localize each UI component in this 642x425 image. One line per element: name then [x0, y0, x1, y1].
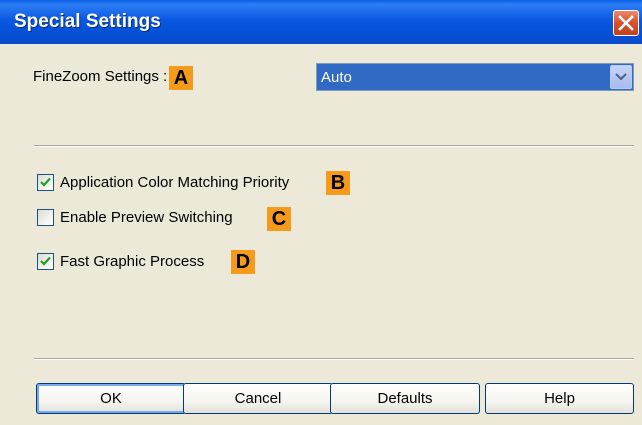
help-button[interactable]: Help [485, 383, 634, 414]
badge-a: A [169, 66, 193, 90]
title-bar[interactable]: Special Settings [0, 0, 642, 44]
checkbox-preview-switching[interactable] [37, 209, 54, 226]
badge-d: D [231, 250, 255, 274]
finezoom-label: FineZoom Settings : [33, 68, 168, 85]
option-label-color-matching[interactable]: Application Color Matching Priority [60, 174, 289, 191]
separator-top [34, 145, 634, 147]
close-icon [618, 15, 634, 31]
close-button[interactable] [613, 10, 639, 36]
option-label-fast-graphic[interactable]: Fast Graphic Process [60, 253, 204, 270]
separator-bottom [34, 358, 634, 360]
cancel-button[interactable]: Cancel [183, 383, 333, 414]
chevron-down-icon [615, 73, 627, 81]
badge-b: B [326, 171, 350, 195]
dropdown-button[interactable] [610, 65, 632, 89]
special-settings-dialog: Special Settings FineZoom Settings : A A… [0, 0, 642, 425]
checkmark-icon [40, 256, 51, 266]
checkmark-icon [40, 177, 51, 187]
dialog-body: FineZoom Settings : A Auto Application C… [0, 44, 642, 425]
dialog-title: Special Settings [14, 11, 161, 32]
finezoom-select[interactable]: Auto [316, 63, 634, 91]
finezoom-selected-value: Auto [321, 69, 352, 86]
defaults-button[interactable]: Defaults [330, 383, 480, 414]
option-label-preview-switching[interactable]: Enable Preview Switching [60, 209, 233, 226]
checkbox-color-matching[interactable] [37, 174, 54, 191]
ok-button[interactable]: OK [36, 383, 186, 414]
badge-c: C [267, 207, 291, 231]
checkbox-fast-graphic[interactable] [37, 253, 54, 270]
